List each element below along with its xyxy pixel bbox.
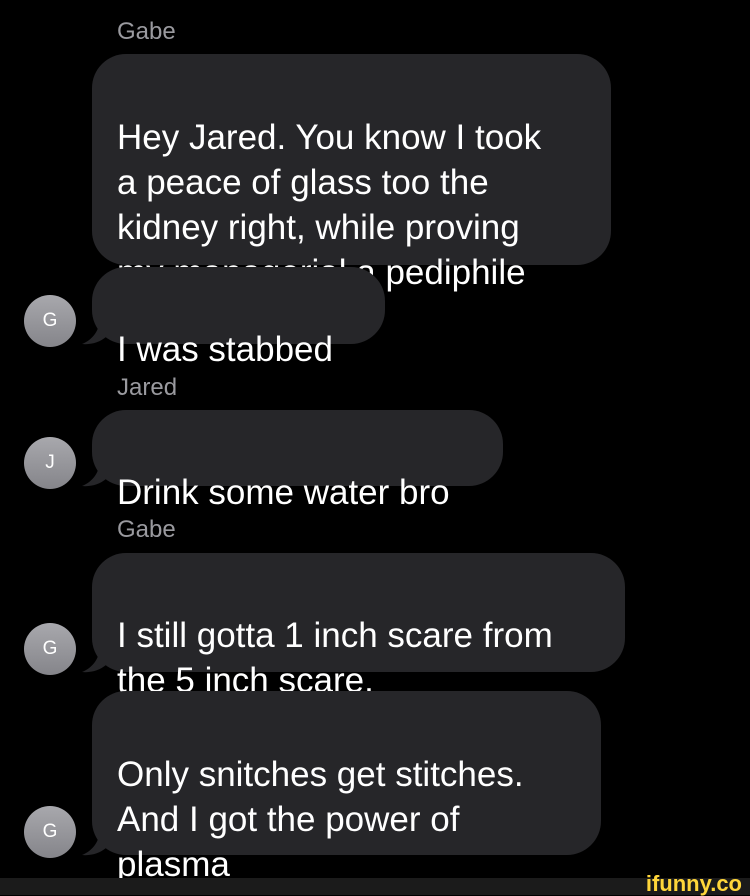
ifunny-watermark: ifunny.co bbox=[645, 871, 742, 896]
message-bubble[interactable]: Hey Jared. You know I took a peace of gl… bbox=[92, 54, 611, 292]
message-text: Only snitches get stitches. And I got th… bbox=[117, 755, 524, 884]
message-text: Drink some water bro bbox=[117, 473, 450, 512]
message-text: I was stabbed bbox=[117, 330, 333, 369]
sender-name: Gabe bbox=[117, 516, 176, 543]
sender-name: Gabe bbox=[117, 18, 176, 45]
message-text: I still gotta 1 inch scare from the 5 in… bbox=[117, 616, 553, 700]
message-bubble[interactable]: I was stabbed bbox=[92, 267, 385, 369]
message-text: Hey Jared. You know I took a peace of gl… bbox=[117, 118, 542, 292]
contact-avatar[interactable]: G bbox=[24, 806, 76, 858]
sender-name: Jared bbox=[117, 374, 178, 401]
bubble-tail bbox=[82, 645, 106, 673]
bubble-tail bbox=[82, 317, 106, 345]
contact-avatar[interactable]: G bbox=[24, 295, 76, 347]
watermark-bar bbox=[0, 878, 750, 895]
message-bubble[interactable]: Drink some water bro bbox=[92, 410, 503, 512]
contact-avatar[interactable]: J bbox=[24, 437, 76, 489]
bubble-tail bbox=[82, 828, 106, 856]
contact-avatar[interactable]: G bbox=[24, 623, 76, 675]
bubble-tail bbox=[82, 459, 106, 487]
message-bubble[interactable]: Only snitches get stitches. And I got th… bbox=[92, 691, 601, 884]
message-bubble[interactable]: I still gotta 1 inch scare from the 5 in… bbox=[92, 553, 625, 700]
